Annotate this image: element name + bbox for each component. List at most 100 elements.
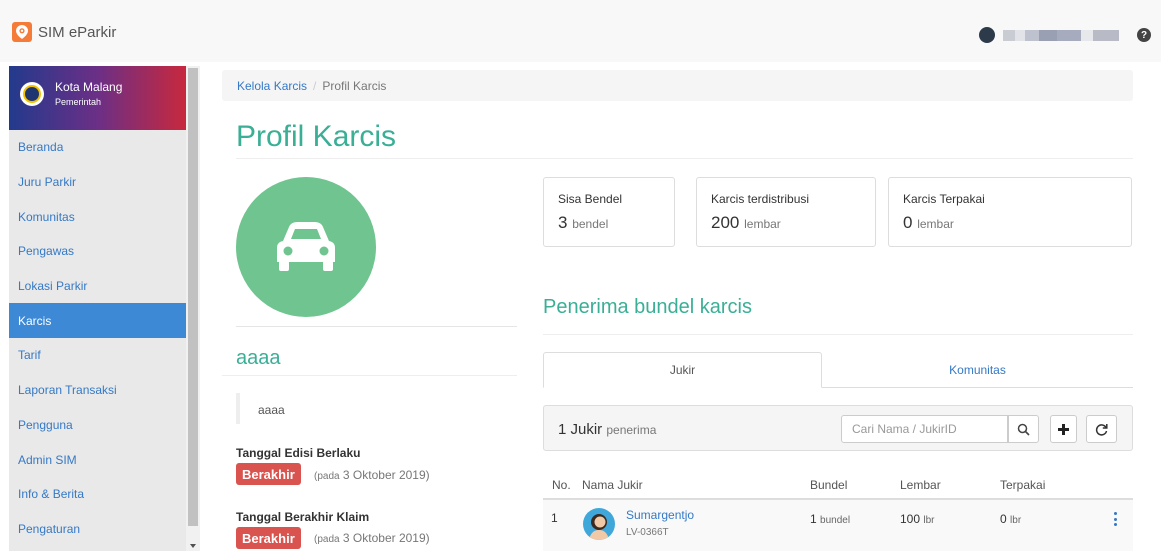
city-emblem-icon xyxy=(20,82,44,106)
lembar-value: 100 xyxy=(900,512,921,526)
plus-icon xyxy=(1058,423,1069,435)
divider xyxy=(236,158,1133,159)
stat-karcis-terdistribusi: Karcis terdistribusi 200 lembar xyxy=(696,177,876,247)
claim-note-prefix: (pada xyxy=(314,534,340,545)
stat-karcis-terpakai: Karcis Terpakai 0 lembar xyxy=(888,177,1132,247)
org-header: Kota Malang Pemerintah xyxy=(9,66,186,130)
redacted-username xyxy=(1015,29,1025,41)
sidebar-item-pengaturan[interactable]: Pengaturan xyxy=(9,512,186,547)
search-icon xyxy=(1017,423,1030,436)
edition-date-label: Tanggal Edisi Berlaku xyxy=(236,446,361,460)
top-navbar: SIM eParkir ? xyxy=(0,0,1161,62)
edition-note-prefix: (pada xyxy=(314,471,340,482)
claim-status-badge: Berakhir xyxy=(236,527,301,549)
redacted-username xyxy=(1081,29,1093,41)
stat-value: 200 xyxy=(711,213,740,232)
stat-label: Sisa Bendel xyxy=(558,192,623,206)
blockquote-bar xyxy=(236,393,240,424)
sidebar-item-pengawas[interactable]: Pengawas xyxy=(9,234,186,269)
refresh-button[interactable] xyxy=(1086,415,1117,443)
location-pin-icon xyxy=(12,22,32,42)
stat-sisa-bendel: Sisa Bendel 3 bendel xyxy=(543,177,675,247)
column-header-bundel: Bundel xyxy=(810,478,848,492)
sidebar-item-komunitas[interactable]: Komunitas xyxy=(9,199,186,234)
sidebar-item-admin-sim[interactable]: Admin SIM xyxy=(9,442,186,477)
breadcrumb: Kelola Karcis / Profil Karcis xyxy=(222,70,1133,101)
stat-unit: bendel xyxy=(572,217,609,231)
stat-value: 0 xyxy=(903,213,913,232)
column-header-lembar: Lembar xyxy=(900,478,941,492)
cell-terpakai: 0 lbr xyxy=(1000,512,1021,526)
lembar-unit: lbr xyxy=(923,515,935,526)
claim-date-label: Tanggal Berakhir Klaim xyxy=(236,510,370,524)
sidebar-item-info-berita[interactable]: Info & Berita xyxy=(9,477,186,512)
divider xyxy=(543,334,1133,335)
sidebar-item-lokasi-parkir[interactable]: Lokasi Parkir xyxy=(9,269,186,304)
column-header-terpakai: Terpakai xyxy=(1000,478,1046,492)
divider xyxy=(236,326,517,327)
stat-value-row: 0 lembar xyxy=(903,213,1131,233)
terpakai-unit: lbr xyxy=(1010,515,1022,526)
user-menu[interactable]: ? xyxy=(979,27,1151,43)
redacted-username xyxy=(1057,29,1081,41)
breadcrumb-separator: / xyxy=(313,78,317,93)
stat-label: Karcis Terpakai xyxy=(903,192,985,206)
ticket-description: aaaa xyxy=(258,403,285,417)
jukir-id: LV-0366T xyxy=(626,527,669,538)
redacted-username xyxy=(1093,29,1119,41)
column-header-no: No. xyxy=(552,478,571,492)
help-icon[interactable]: ? xyxy=(1137,28,1151,42)
cell-bundel: 1 bundel xyxy=(810,512,850,526)
tab-jukir[interactable]: Jukir xyxy=(543,352,822,388)
page-title: Profil Karcis xyxy=(236,120,397,153)
stat-value: 3 xyxy=(558,213,568,232)
org-name: Kota Malang xyxy=(55,80,123,94)
jukir-name-link[interactable]: Sumargentjo xyxy=(626,508,694,522)
sidebar-item-tarif[interactable]: Tarif xyxy=(9,338,186,373)
scroll-down-arrow-icon[interactable] xyxy=(190,544,196,548)
org-subtitle: Pemerintah xyxy=(55,97,102,107)
app-title: SIM eParkir xyxy=(38,23,117,41)
row-actions-kebab-icon[interactable] xyxy=(1114,512,1118,526)
ticket-name: aaaa xyxy=(236,347,281,369)
sidebar: Kota Malang Pemerintah Beranda Juru Park… xyxy=(9,66,186,551)
recipient-count-value: 1 Jukir xyxy=(558,421,603,438)
sidebar-scrollbar[interactable] xyxy=(186,66,200,551)
recipients-section-title: Penerima bundel karcis xyxy=(543,296,752,318)
stat-unit: lembar xyxy=(744,217,781,231)
recipient-count: 1 Jukir penerima xyxy=(558,421,656,438)
bundel-unit: bundel xyxy=(820,515,851,526)
sidebar-item-beranda[interactable]: Beranda xyxy=(9,130,186,165)
cell-lembar: 100 lbr xyxy=(900,512,935,526)
sidebar-item-pengguna[interactable]: Pengguna xyxy=(9,408,186,443)
search-input[interactable] xyxy=(841,415,1008,443)
edition-status-badge: Berakhir xyxy=(236,463,301,485)
claim-date-note: (pada 3 Oktober 2019) xyxy=(314,531,430,545)
claim-note-date: 3 Oktober 2019) xyxy=(342,531,430,545)
stat-unit: lembar xyxy=(917,217,954,231)
tab-komunitas[interactable]: Komunitas xyxy=(822,352,1133,388)
jukir-avatar xyxy=(583,508,615,540)
bundel-value: 1 xyxy=(810,512,817,526)
brand[interactable]: SIM eParkir xyxy=(12,22,116,42)
search-button[interactable] xyxy=(1008,415,1039,443)
sidebar-item-juru-parkir[interactable]: Juru Parkir xyxy=(9,165,186,200)
breadcrumb-current: Profil Karcis xyxy=(322,78,387,93)
user-avatar[interactable] xyxy=(979,27,995,43)
column-header-nama-jukir: Nama Jukir xyxy=(582,478,643,492)
edition-note-date: 3 Oktober 2019) xyxy=(342,468,430,482)
scrollbar-thumb[interactable] xyxy=(188,68,198,526)
car-icon xyxy=(236,177,376,317)
terpakai-value: 0 xyxy=(1000,512,1007,526)
stat-value-row: 200 lembar xyxy=(711,213,875,233)
sidebar-item-laporan-transaksi[interactable]: Laporan Transaksi xyxy=(9,373,186,408)
stat-label: Karcis terdistribusi xyxy=(711,192,810,206)
breadcrumb-link-kelola-karcis[interactable]: Kelola Karcis xyxy=(237,79,307,93)
recipient-count-suffix: penerima xyxy=(606,423,657,437)
sidebar-item-karcis[interactable]: Karcis xyxy=(9,303,186,339)
add-jukir-button[interactable] xyxy=(1050,415,1077,443)
row-number: 1 xyxy=(551,511,558,525)
redacted-username xyxy=(1025,29,1039,41)
recipients-panel-header: 1 Jukir penerima xyxy=(543,405,1133,451)
stat-value-row: 3 bendel xyxy=(558,213,674,233)
